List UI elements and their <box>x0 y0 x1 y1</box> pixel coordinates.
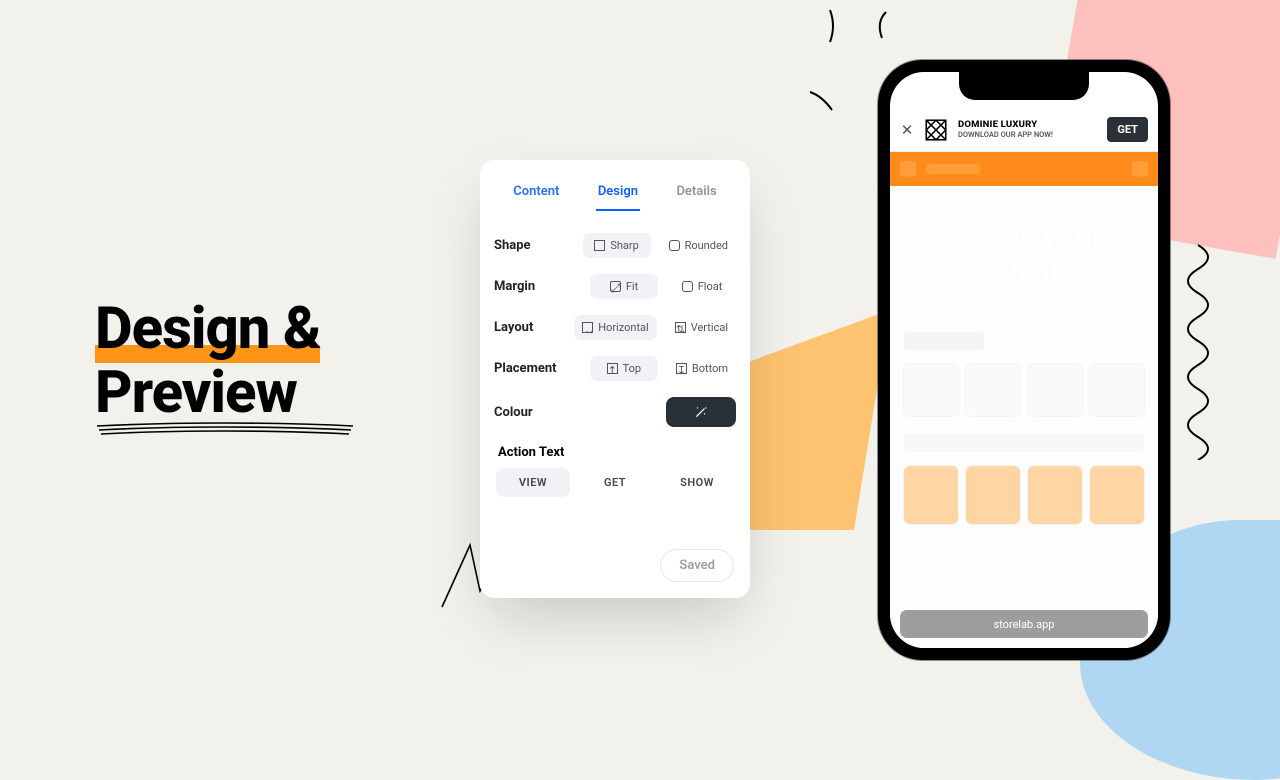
hero-ghost-text: This is your website <box>904 220 1144 292</box>
smart-app-banner: ✕ DOMINIE LUXURY DOWNLOAD OUR APP NOW! G… <box>890 108 1158 152</box>
colour-picker-button[interactable] <box>666 397 736 427</box>
design-panel: Content Design Details Shape Sharp Round… <box>480 160 750 598</box>
panel-tabs: Content Design Details <box>494 180 736 211</box>
action-option-show[interactable]: SHOW <box>660 468 734 497</box>
card-placeholder <box>966 466 1020 524</box>
card-placeholder <box>1090 364 1144 416</box>
site-navbar <box>890 152 1158 186</box>
option-placement-top[interactable]: ↥Top <box>590 356 658 381</box>
option-layout-vertical[interactable]: ⇅Vertical <box>667 315 736 340</box>
card-placeholder <box>1090 466 1144 524</box>
label-shape: Shape <box>494 238 583 253</box>
tab-design[interactable]: Design <box>596 180 640 211</box>
label-margin: Margin <box>494 279 584 294</box>
card-placeholder <box>1028 466 1082 524</box>
product-row-1 <box>904 364 1144 416</box>
saved-button[interactable]: Saved <box>660 549 734 582</box>
option-placement-bottom[interactable]: ↧Bottom <box>668 356 736 381</box>
horizontal-icon <box>582 322 593 333</box>
phone-preview: ✕ DOMINIE LUXURY DOWNLOAD OUR APP NOW! G… <box>878 60 1170 660</box>
row-margin: Margin ⤢Fit Float <box>494 270 736 303</box>
label-action-text: Action Text <box>498 445 736 460</box>
tab-details[interactable]: Details <box>674 180 718 211</box>
divider-placeholder <box>904 434 1144 452</box>
card-placeholder <box>904 466 958 524</box>
card-placeholder <box>904 364 958 416</box>
product-row-2 <box>904 466 1144 524</box>
hero-underline-scribble <box>95 420 355 440</box>
option-shape-rounded[interactable]: Rounded <box>661 233 736 258</box>
fit-icon: ⤢ <box>610 281 621 292</box>
card-placeholder <box>1028 364 1082 416</box>
banner-cta-button[interactable]: GET <box>1107 117 1148 142</box>
row-layout: Layout Horizontal ⇅Vertical <box>494 311 736 344</box>
option-shape-sharp[interactable]: Sharp <box>583 233 651 258</box>
option-margin-fit[interactable]: ⤢Fit <box>590 274 658 299</box>
hero-line-2: Preview <box>95 359 297 427</box>
label-layout: Layout <box>494 320 574 335</box>
decorative-wave <box>1168 240 1228 460</box>
site-body: This is your website <box>890 186 1158 648</box>
row-placement: Placement ↥Top ↧Bottom <box>494 352 736 385</box>
app-logo-icon <box>922 116 950 144</box>
action-option-get[interactable]: GET <box>578 468 652 497</box>
decorative-mark-1 <box>820 6 840 46</box>
hero-line-1: Design & <box>95 295 320 363</box>
label-placement: Placement <box>494 361 584 376</box>
decorative-mark-3 <box>806 86 836 116</box>
banner-subtitle: DOWNLOAD OUR APP NOW! <box>958 131 1099 139</box>
square-icon <box>594 240 605 251</box>
magic-wand-icon <box>694 405 708 419</box>
nav-action-placeholder <box>1132 161 1148 177</box>
option-margin-float[interactable]: Float <box>668 274 736 299</box>
decorative-mark-2 <box>870 8 892 42</box>
top-icon: ↥ <box>607 363 618 374</box>
card-placeholder <box>966 364 1020 416</box>
hero-title: Design & Preview <box>95 298 320 426</box>
browser-address-bar[interactable]: storelab.app <box>900 610 1148 638</box>
vertical-icon: ⇅ <box>675 322 686 333</box>
close-icon[interactable]: ✕ <box>900 121 914 139</box>
phone-notch <box>959 72 1089 100</box>
section-heading-placeholder <box>904 332 984 350</box>
action-text-options: VIEW GET SHOW <box>494 468 736 497</box>
rounded-square-icon <box>669 240 680 251</box>
nav-text-placeholder <box>926 164 980 174</box>
row-colour: Colour <box>494 393 736 431</box>
float-icon <box>682 281 693 292</box>
action-option-view[interactable]: VIEW <box>496 468 570 497</box>
tab-content[interactable]: Content <box>511 180 561 211</box>
nav-icon-placeholder <box>900 161 916 177</box>
bottom-icon: ↧ <box>676 363 687 374</box>
label-colour: Colour <box>494 405 584 420</box>
row-shape: Shape Sharp Rounded <box>494 229 736 262</box>
option-layout-horizontal[interactable]: Horizontal <box>574 315 657 340</box>
